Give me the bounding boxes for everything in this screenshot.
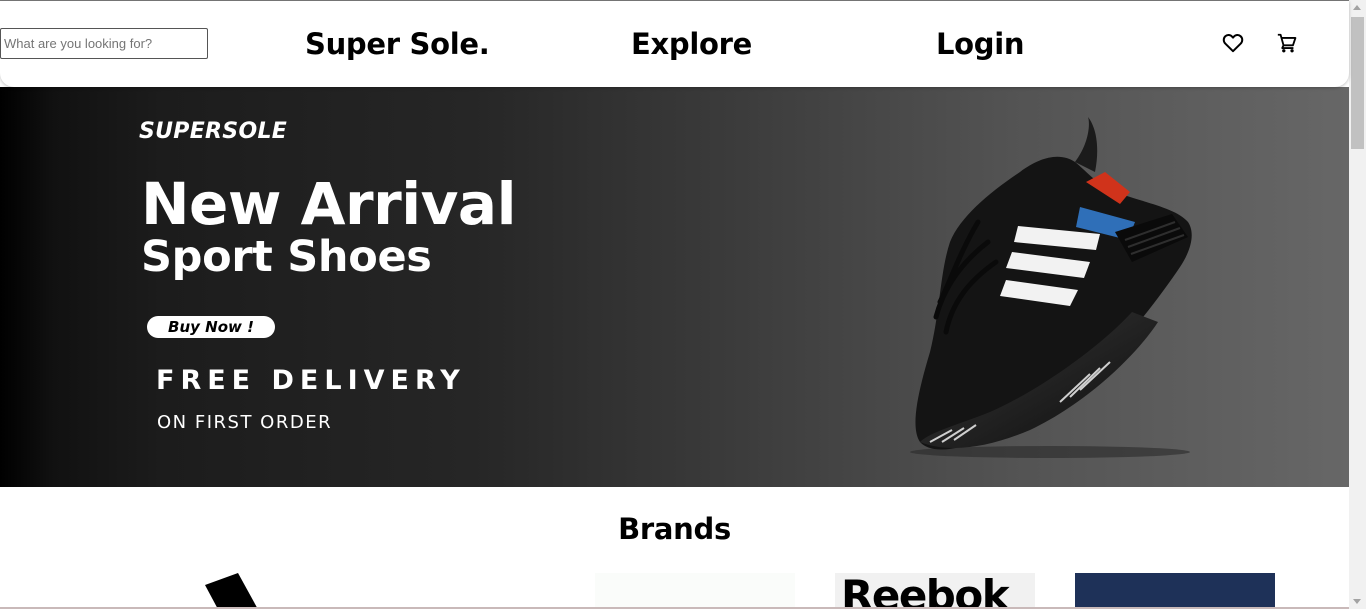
scroll-thumb[interactable] — [1351, 17, 1364, 149]
hero-subtitle: Sport Shoes — [141, 232, 432, 282]
buy-now-button[interactable]: Buy Now ! — [147, 316, 275, 338]
heart-icon — [1222, 34, 1244, 53]
hero-brand-logo: SUPERSOLE — [139, 119, 288, 144]
free-delivery-text: FREE DELIVERY — [156, 365, 466, 396]
sneaker-image — [910, 117, 1192, 458]
adidas-logo — [205, 573, 258, 609]
brands-heading: Brands — [618, 512, 731, 546]
vertical-scrollbar[interactable] — [1349, 0, 1366, 609]
cart-icon — [1277, 33, 1297, 53]
search-input[interactable] — [0, 28, 208, 59]
brand-card-reebok[interactable]: Reebok — [835, 573, 1035, 609]
login-link[interactable]: Login — [936, 27, 1025, 61]
brand-link[interactable]: Super Sole. — [305, 27, 490, 61]
brand-card-2[interactable] — [595, 573, 795, 609]
reebok-logo: Reebok — [841, 573, 1010, 609]
cart-button[interactable] — [1274, 30, 1300, 56]
wishlist-button[interactable] — [1220, 30, 1246, 56]
brand-card-adidas[interactable] — [110, 573, 310, 609]
scroll-down-icon[interactable] — [1353, 599, 1361, 604]
brand-card-4[interactable] — [1075, 573, 1275, 609]
hero-banner[interactable]: SUPERSOLE New Arrival Sport Shoes Buy No… — [0, 87, 1349, 487]
explore-link[interactable]: Explore — [631, 27, 752, 61]
first-order-text: ON FIRST ORDER — [157, 412, 333, 433]
hero-title: New Arrival — [141, 170, 516, 238]
site-header: Super Sole. Explore Login — [0, 1, 1349, 87]
scroll-up-icon[interactable] — [1353, 5, 1361, 10]
